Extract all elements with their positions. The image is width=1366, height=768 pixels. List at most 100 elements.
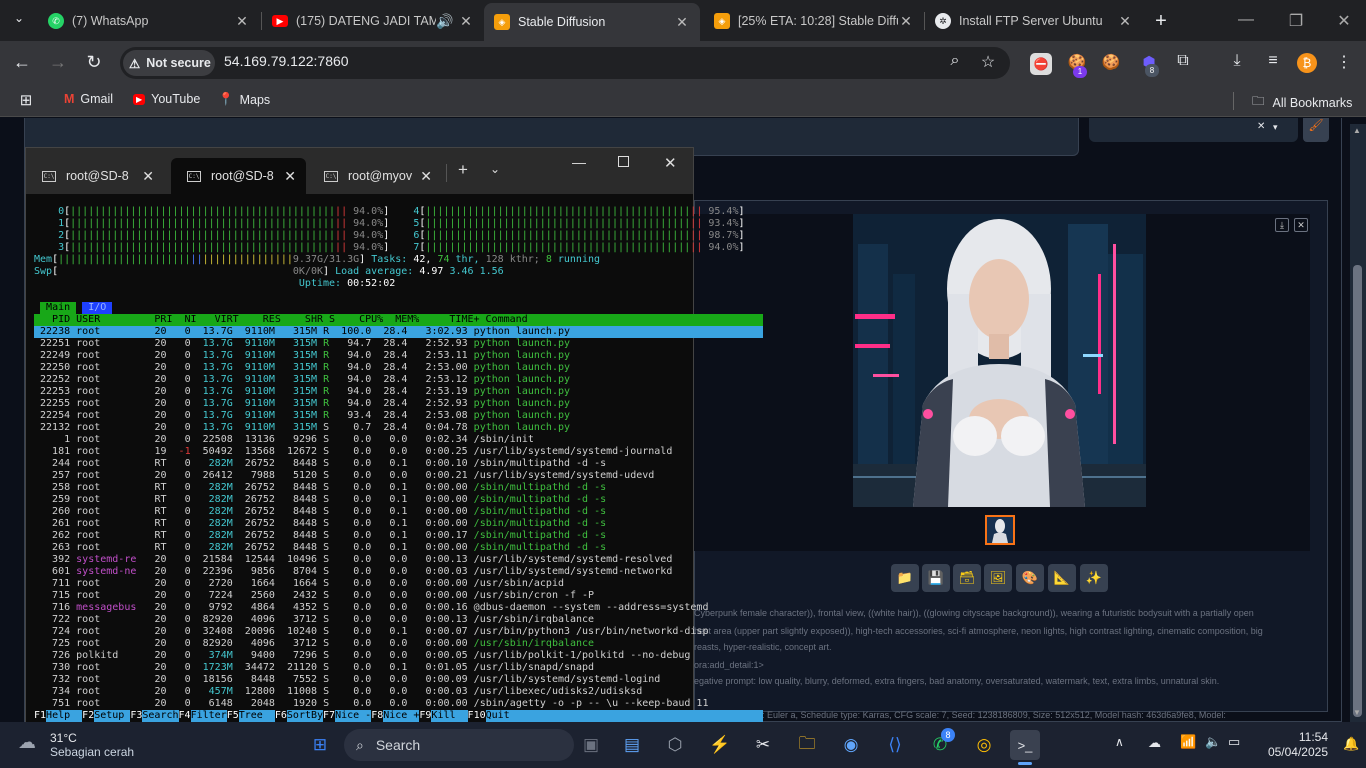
file-explorer-icon[interactable]: 🗀 (792, 730, 822, 760)
scroll-up-icon[interactable]: ▲ (1353, 126, 1361, 135)
close-icon[interactable]: ✕ (1117, 13, 1133, 30)
close-image-icon[interactable]: ✕ (1294, 218, 1308, 232)
process-row[interactable]: 711 root 20 0 2720 1664 1664 S 0.0 0.0 0… (34, 578, 763, 590)
process-row[interactable]: 244 root RT 0 282M 26752 8448 S 0.0 0.1 … (34, 458, 763, 470)
fkey-action-filter[interactable]: Filter (190, 710, 227, 722)
back-icon[interactable]: ← (12, 52, 32, 73)
download-icon[interactable]: ⤓ (1226, 52, 1248, 70)
close-icon[interactable]: ✕ (234, 13, 250, 30)
vscode-icon[interactable]: ⟨⟩ (880, 730, 910, 760)
process-row[interactable]: 262 root RT 0 282M 26752 8448 S 0.0 0.1 … (34, 530, 763, 542)
tab-stable-diffusion-progress[interactable]: ◈ [25% ETA: 10:28] Stable Diffu ✕ (704, 5, 924, 37)
close-window-icon[interactable]: ✕ (1334, 11, 1354, 31)
battery-icon[interactable]: ▭ (1228, 734, 1240, 750)
close-icon[interactable]: ✕ (674, 14, 690, 31)
extension-adblock-icon[interactable]: ⛔ (1030, 53, 1052, 75)
minimize-icon[interactable]: — (572, 154, 586, 170)
weather-desc[interactable]: Sebagian cerah (50, 745, 134, 759)
process-row[interactable]: 22132 root 20 0 13.7G 9110M 315M S 0.7 2… (34, 422, 763, 434)
process-row[interactable]: 181 root 19 -1 50492 13568 12672 S 0.0 0… (34, 446, 763, 458)
notification-icon[interactable]: 🔔 (1343, 736, 1359, 752)
tab-whatsapp[interactable]: ✆ (7) WhatsApp ✕ (38, 5, 260, 37)
close-icon[interactable]: ✕ (898, 13, 914, 30)
bookmark-gmail[interactable]: M Gmail (64, 92, 113, 106)
dropdown-arrow-icon[interactable]: ▾ (1273, 122, 1278, 133)
restore-icon[interactable]: ❐ (1286, 11, 1306, 31)
fkey-action-search[interactable]: Search (142, 710, 179, 722)
tab-youtube[interactable]: ▶ (175) DATENG JADI TAMU 🔊 ✕ (262, 5, 484, 37)
wifi-icon[interactable]: 📶 (1180, 734, 1196, 750)
process-row[interactable]: 260 root RT 0 282M 26752 8448 S 0.0 0.1 … (34, 506, 763, 518)
send-to-img2img-button[interactable]: 🖼 (984, 564, 1012, 592)
send-to-inpaint-button[interactable]: 🎨 (1016, 564, 1044, 592)
fkey-action-quit[interactable]: Quit (485, 710, 522, 722)
remote-desktop-icon[interactable]: ▤ (617, 730, 647, 760)
fkey-action-sortby[interactable]: SortBy (286, 710, 324, 722)
fkey-action-nice[interactable]: Nice + (383, 710, 420, 722)
process-row[interactable]: 22254 root 20 0 13.7G 9110M 315M R 93.4 … (34, 410, 763, 422)
bookmark-youtube[interactable]: ▶ YouTube (133, 92, 200, 106)
close-window-icon[interactable]: ✕ (664, 154, 677, 172)
vpn-icon[interactable]: ☁ (1148, 735, 1161, 751)
styles-dropdown[interactable]: ✕ ▾ (1089, 118, 1298, 142)
process-row[interactable]: 22253 root 20 0 13.7G 9110M 315M R 94.0 … (34, 386, 763, 398)
process-row[interactable]: 22252 root 20 0 13.7G 9110M 315M R 94.0 … (34, 374, 763, 386)
process-row[interactable]: 732 root 20 0 18156 8448 7552 S 0.0 0.0 … (34, 674, 763, 686)
bookmark-star-icon[interactable]: ☆ (978, 52, 998, 72)
send-to-extras-button[interactable]: 📐 (1048, 564, 1076, 592)
download-image-icon[interactable]: ⤓ (1275, 218, 1289, 232)
terminal-tab-2[interactable]: C:\ root@SD-8 ✕ (171, 158, 306, 194)
process-row[interactable]: 22251 root 20 0 13.7G 9110M 315M R 94.7 … (34, 338, 763, 350)
task-view-icon[interactable]: ▣ (576, 730, 606, 760)
open-folder-button[interactable]: 📁 (891, 564, 919, 592)
reload-icon[interactable]: ↻ (84, 52, 104, 73)
scrollbar-thumb[interactable] (1353, 265, 1362, 717)
tab-search-icon[interactable]: ⌄ (10, 11, 28, 25)
close-icon[interactable]: ✕ (458, 13, 474, 30)
scroll-down-icon[interactable]: ▼ (1353, 708, 1361, 717)
start-icon[interactable]: ⊞ (305, 730, 335, 760)
process-row[interactable]: 22255 root 20 0 13.7G 9110M 315M R 94.0 … (34, 398, 763, 410)
clock-date[interactable]: 05/04/2025 (1258, 745, 1328, 759)
weather-temp[interactable]: 31°C (50, 731, 77, 745)
process-row[interactable]: 1 root 20 0 22508 13136 9296 S 0.0 0.0 0… (34, 434, 763, 446)
new-tab-icon[interactable]: + (1150, 10, 1172, 33)
virtualbox-icon[interactable]: ⬡ (660, 730, 690, 760)
process-row[interactable]: 722 root 20 0 82920 4096 3712 S 0.0 0.0 … (34, 614, 763, 626)
chrome-icon[interactable]: ◎ (969, 730, 999, 760)
extensions-icon[interactable]: ⧉ (1172, 52, 1194, 70)
terminal-icon[interactable]: >_ (1010, 730, 1040, 760)
process-row[interactable]: 601 systemd-ne 20 0 22396 9856 8704 S 0.… (34, 566, 763, 578)
fkey-action-help[interactable]: Help (46, 710, 83, 722)
clock-time[interactable]: 11:54 (1258, 730, 1328, 744)
process-row[interactable]: 715 root 20 0 7224 2560 2432 S 0.0 0.0 0… (34, 590, 763, 602)
process-row[interactable]: 726 polkitd 20 0 374M 9400 7296 S 0.0 0.… (34, 650, 763, 662)
process-row[interactable]: 716 messagebus 20 0 9792 4864 4352 S 0.0… (34, 602, 763, 614)
bookmark-maps[interactable]: 📍 Maps (218, 92, 270, 107)
forward-icon[interactable]: → (48, 52, 68, 73)
volume-icon[interactable]: 🔈 (1205, 734, 1221, 750)
clear-icon[interactable]: ✕ (1257, 121, 1265, 132)
generated-image[interactable] (853, 214, 1146, 507)
process-row[interactable]: 725 root 20 0 82920 4096 3712 S 0.0 0.0 … (34, 638, 763, 650)
process-row[interactable]: 261 root RT 0 282M 26752 8448 S 0.0 0.1 … (34, 518, 763, 530)
minimize-icon[interactable]: — (1236, 11, 1256, 29)
terminal-dropdown-icon[interactable]: ⌄ (490, 162, 500, 176)
image-thumbnail[interactable] (985, 515, 1015, 545)
process-row[interactable]: 724 root 20 0 32408 20096 10240 S 0.0 0.… (34, 626, 763, 638)
all-bookmarks[interactable]: 🗀 All Bookmarks (1252, 92, 1352, 113)
bitcoin-extension-icon[interactable]: ₿ (1297, 53, 1317, 73)
process-row[interactable]: 734 root 20 0 457M 12800 11008 S 0.0 0.0… (34, 686, 763, 698)
process-row[interactable]: 392 systemd-re 20 0 21584 12544 10496 S … (34, 554, 763, 566)
close-icon[interactable]: ✕ (284, 168, 296, 185)
media-control-icon[interactable]: ≡ (1262, 52, 1284, 70)
maximize-icon[interactable] (618, 156, 629, 167)
new-terminal-tab-icon[interactable]: + (458, 160, 468, 180)
view-tab-io[interactable]: I/O (82, 302, 113, 314)
security-badge[interactable]: ⚠ Not secure (123, 50, 215, 76)
taskbar-search[interactable]: ⌕ Search (344, 729, 574, 761)
apply-style-button[interactable]: 🖌 (1303, 118, 1329, 142)
upscale-button[interactable]: ✨ (1080, 564, 1108, 592)
fkey-action-setup[interactable]: Setup (94, 710, 131, 722)
process-row[interactable]: 22249 root 20 0 13.7G 9110M 315M R 94.0 … (34, 350, 763, 362)
